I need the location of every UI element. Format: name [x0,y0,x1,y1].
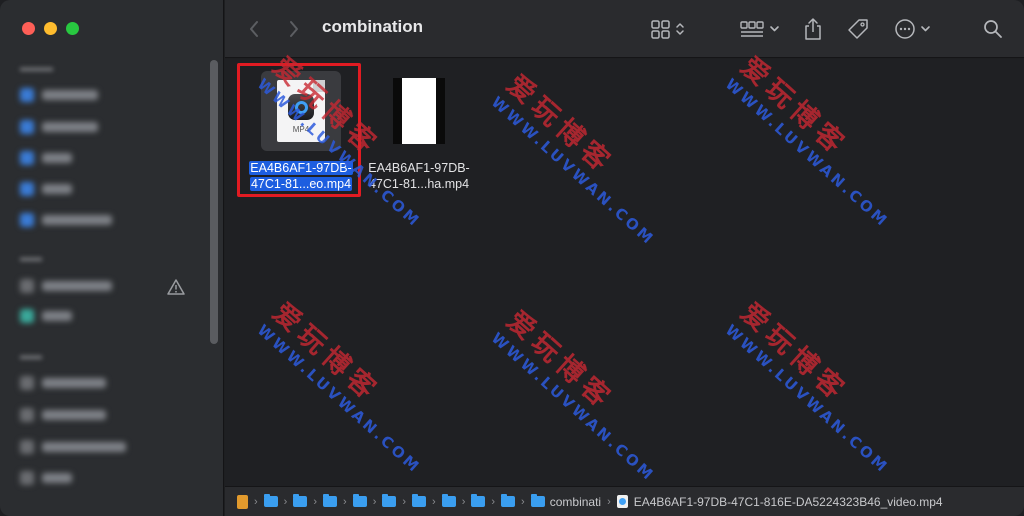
video-thumbnail [393,78,445,144]
sidebar: ▬▬▬ ▬▬ ▬▬ [0,0,224,516]
folder-icon [352,494,367,507]
search-button[interactable] [981,14,1005,44]
warning-icon[interactable] [167,279,185,295]
path-crumb[interactable] [352,494,367,507]
folder-icon [263,494,278,507]
group-by-icon [740,21,779,37]
sidebar-item[interactable] [20,178,72,200]
sidebar-item[interactable] [20,372,106,394]
chevron-right-icon: › [254,495,258,508]
chevron-right-icon: › [432,495,436,508]
network-icon [20,471,34,485]
close-window-button[interactable] [22,22,35,35]
ellipsis-circle-icon [895,19,930,39]
tag-icon [848,19,868,39]
sidebar-item[interactable] [20,436,126,458]
path-crumb[interactable] [412,494,427,507]
path-crumb-drive[interactable] [237,494,248,509]
file-name[interactable]: EA4B6AF1-97DB- 47C1-81...ha.mp4 [356,160,482,192]
path-crumb[interactable] [293,494,308,507]
toolbar: combination [225,0,1024,58]
folder-icon [441,494,456,507]
more-actions-button[interactable] [893,14,937,44]
drive-icon [237,494,248,509]
chevron-right-icon: › [402,495,407,508]
file-thumbnail[interactable] [379,71,459,151]
zoom-window-button[interactable] [66,22,79,35]
annotation-highlight-box [237,63,361,197]
folder-icon [20,213,34,227]
path-crumb[interactable] [501,494,516,507]
search-icon [984,20,1002,38]
sidebar-section-locations: ▬▬ [20,350,42,362]
chevron-right-icon: › [607,495,611,508]
sidebar-item[interactable] [20,404,106,426]
sidebar-item[interactable] [20,84,98,106]
grid-view-icon [651,20,684,39]
chevron-right-icon: › [283,495,288,508]
path-crumb[interactable] [441,494,456,507]
folder-icon [20,120,34,134]
chevron-right-icon: › [313,495,318,508]
sidebar-section-favorites: ▬▬▬ [20,62,53,74]
folder-icon [382,494,397,507]
path-crumb[interactable] [471,494,486,507]
chevron-right-icon: › [521,495,525,508]
disk-icon [20,440,34,454]
sidebar-item[interactable] [20,116,98,138]
disk-icon [20,408,34,422]
sidebar-item[interactable] [20,147,72,169]
folder-icon [530,494,545,507]
folder-icon [501,494,516,507]
sidebar-section-icloud: ▬▬ [20,252,42,264]
view-mode-button[interactable] [649,14,689,44]
file-item[interactable]: EA4B6AF1-97DB- 47C1-81...ha.mp4 [356,71,482,192]
group-by-button[interactable] [739,14,783,44]
path-crumb-current-file[interactable]: EA4B6AF1-97DB-47C1-816E-DA5224323B46_vid… [616,495,943,509]
window-title: combination [322,17,424,36]
computer-icon [20,376,34,390]
path-crumb-current-folder[interactable]: combinati [530,494,601,509]
folder-icon [20,151,34,165]
path-crumb[interactable] [323,494,338,507]
back-button[interactable] [243,14,265,44]
folder-icon [323,494,338,507]
mp4-file-icon [616,495,628,508]
sidebar-item[interactable] [20,209,112,231]
folder-icon [20,88,34,102]
chevron-right-icon: › [491,495,496,508]
sidebar-item[interactable] [20,305,72,327]
minimize-window-button[interactable] [44,22,57,35]
chevron-right-icon: › [372,495,377,508]
window-controls [22,22,79,35]
forward-button[interactable] [283,14,305,44]
cloud-icon [20,279,34,293]
chevron-right-icon: › [461,495,466,508]
path-crumb[interactable] [382,494,397,507]
sidebar-item[interactable] [20,467,72,489]
finder-window: ▬▬▬ ▬▬ ▬▬ combination MP4 EA4B6AF1-97DB-… [0,0,1024,516]
path-bar: › › › › › › › › › › combinati › EA4B6AF1… [225,486,1024,516]
folder-icon [20,309,34,323]
share-icon [805,18,821,40]
folder-icon [471,494,486,507]
chevron-right-icon: › [343,495,347,508]
download-icon [20,182,34,196]
sidebar-item[interactable] [20,275,112,297]
chevron-right-icon [290,21,298,37]
path-crumb[interactable] [263,494,278,507]
sidebar-scrollbar[interactable] [210,60,218,344]
share-button[interactable] [801,14,825,44]
folder-icon [293,494,308,507]
folder-icon [412,494,427,507]
chevron-left-icon [250,21,258,37]
tag-button[interactable] [845,14,871,44]
